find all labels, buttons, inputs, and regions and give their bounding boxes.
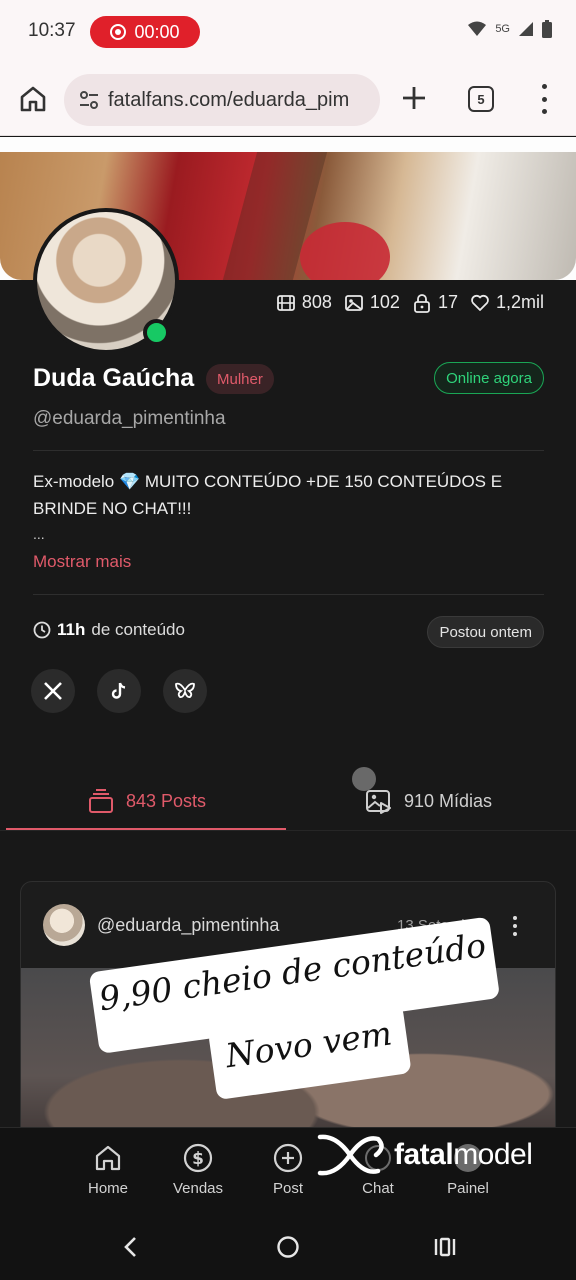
online-status-badge: Online agora (434, 362, 544, 394)
home-icon (95, 1145, 121, 1171)
svg-text:$: $ (192, 1149, 204, 1169)
bio-ellipsis: ... (33, 526, 45, 542)
watermark-rest: model (453, 1138, 533, 1171)
tab-posts[interactable]: 843 Posts (86, 778, 206, 824)
last-posted-badge: Postou ontem (427, 616, 544, 648)
bluesky-icon (175, 682, 195, 699)
recording-time: 00:00 (134, 21, 180, 42)
url-text: fatalfans.com/eduarda_pim (108, 88, 350, 111)
profile-handle: @eduarda_pimentinha (33, 408, 226, 429)
fatalmodel-logo-icon (317, 1134, 384, 1176)
touch-indicator (352, 767, 376, 791)
tab-media[interactable]: 910 Mídias (364, 778, 492, 824)
nav-panel-label: Painel (447, 1180, 489, 1197)
stat-videos: 808 (276, 292, 332, 313)
status-icons: 5G (467, 20, 552, 38)
post-menu-icon[interactable] (511, 916, 519, 936)
online-indicator (143, 319, 170, 346)
tab-posts-label: 843 Posts (126, 790, 207, 811)
stat-locked: 17 (412, 292, 458, 313)
status-bar: 10:37 00:00 5G (0, 0, 576, 64)
watermark-text: fatalmodel (394, 1138, 533, 1172)
content-suffix: de conteúdo (91, 620, 185, 639)
plus-circle-icon (273, 1143, 303, 1173)
nav-home-label: Home (87, 1180, 128, 1197)
image-icon (345, 294, 363, 311)
profile-bio: Ex-modelo 💎 MUITO CONTEÚDO +DE 150 CONTE… (33, 472, 503, 518)
nav-home[interactable]: Home (68, 1142, 148, 1197)
system-navigation (0, 1212, 576, 1280)
battery-icon (542, 20, 552, 38)
recents-icon[interactable] (430, 1232, 460, 1262)
signal-icon (519, 22, 533, 36)
bluesky-link[interactable] (163, 669, 207, 713)
tabs-divider (0, 830, 576, 831)
stat-locked-value: 17 (437, 292, 458, 312)
network-type: 5G (495, 23, 510, 35)
screen-recording-pill[interactable]: 00:00 (90, 16, 200, 48)
content-duration: 11h de conteúdo (33, 620, 185, 640)
x-link[interactable] (31, 669, 75, 713)
video-icon (276, 294, 295, 311)
divider (33, 594, 544, 595)
tab-media-label: 910 Mídias (404, 790, 493, 811)
media-icon (366, 790, 391, 814)
clock-icon (33, 621, 51, 639)
stat-images: 102 (344, 292, 400, 313)
post-avatar[interactable] (43, 904, 85, 946)
app-root: 10:37 00:00 5G fatalfans.com/eduarda_pim… (0, 0, 576, 1280)
stat-videos-value: 808 (301, 292, 332, 312)
new-tab-icon[interactable] (400, 84, 428, 112)
stat-likes: 1,2mil (470, 292, 544, 313)
nav-post-label: Post (272, 1180, 303, 1197)
more-menu-icon[interactable] (538, 84, 550, 114)
site-settings-icon[interactable] (78, 89, 100, 111)
wifi-icon (468, 21, 487, 36)
heart-icon (471, 294, 489, 311)
stat-likes-value: 1,2mil (495, 292, 544, 312)
address-bar[interactable]: fatalfans.com/eduarda_pim (64, 74, 380, 126)
home-icon[interactable] (18, 84, 48, 114)
tab-switcher-button[interactable]: 5 (468, 86, 494, 112)
nav-sales-label: Vendas (172, 1180, 224, 1197)
profile-name: Duda Gaúcha (33, 364, 195, 392)
status-time: 10:37 (28, 20, 76, 41)
dollar-icon: $ (183, 1143, 213, 1173)
show-more-link[interactable]: Mostrar mais (33, 552, 131, 572)
x-icon (44, 682, 62, 700)
active-tab-indicator (6, 828, 286, 830)
fatalmodel-watermark: fatalmodel (316, 1131, 533, 1179)
profile-stats: 808 102 17 1,2mil (276, 292, 544, 313)
nav-sales[interactable]: $ Vendas (158, 1142, 238, 1197)
gender-badge: Mulher (206, 364, 274, 394)
home-circle-icon[interactable] (273, 1232, 303, 1262)
content-hours: 11h (57, 620, 86, 639)
record-icon (110, 24, 127, 40)
stat-images-value: 102 (369, 292, 400, 312)
tiktok-icon (111, 682, 126, 699)
tiktok-link[interactable] (97, 669, 141, 713)
watermark-bold: fatal (394, 1138, 454, 1171)
divider (33, 450, 544, 451)
stack-icon (89, 789, 113, 813)
lock-icon (414, 293, 430, 313)
browser-toolbar: fatalfans.com/eduarda_pim 5 (0, 64, 576, 136)
back-icon[interactable] (116, 1232, 146, 1262)
social-links (31, 669, 207, 713)
nav-chat-label: Chat (362, 1180, 394, 1197)
